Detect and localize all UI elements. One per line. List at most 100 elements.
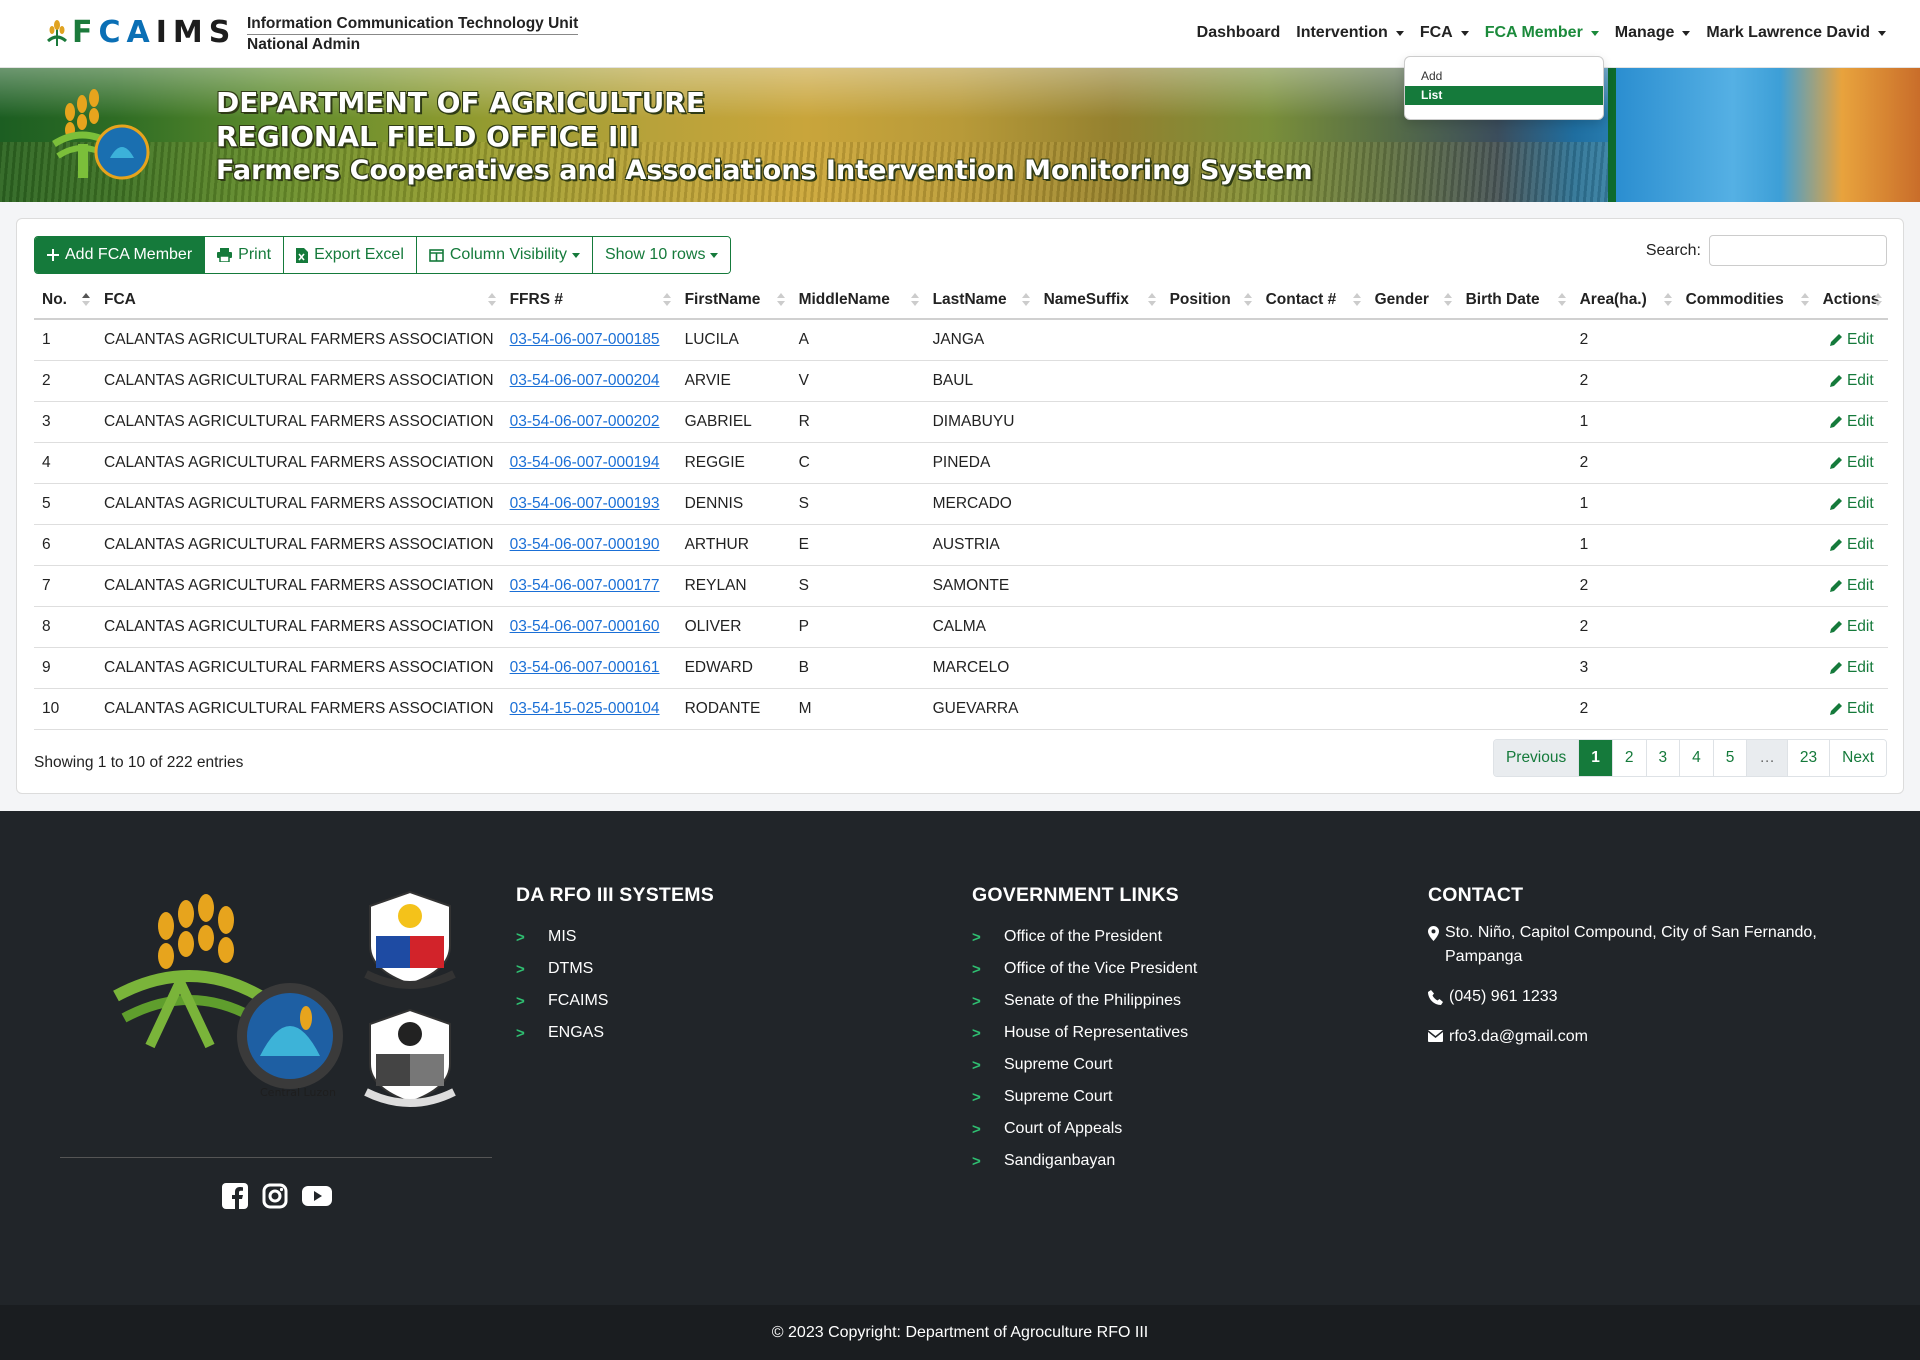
header-label: FFRS # xyxy=(509,290,563,308)
edit-button[interactable]: Edit xyxy=(1823,536,1880,554)
page-1[interactable]: 1 xyxy=(1578,740,1612,776)
col-header-commodities[interactable]: Commodities xyxy=(1677,281,1815,320)
nav-intervention[interactable]: Intervention xyxy=(1296,24,1404,42)
edit-button[interactable]: Edit xyxy=(1823,700,1880,718)
cell-no: 1 xyxy=(34,319,96,361)
footer-link-supreme-court-2[interactable]: > Supreme Court xyxy=(972,1081,1197,1113)
col-header-ffrs[interactable]: FFRS # xyxy=(501,281,677,320)
nav-user-menu[interactable]: Mark Lawrence David xyxy=(1706,24,1886,42)
cell-actions: Edit xyxy=(1814,565,1888,607)
cell-ffrs: 03-54-06-007-000185 xyxy=(501,319,677,361)
add-fca-member-button[interactable]: Add FCA Member xyxy=(35,237,205,273)
footer-link-fcaims[interactable]: > FCAIMS xyxy=(516,985,714,1017)
col-header-gender[interactable]: Gender xyxy=(1366,281,1458,320)
ffrs-link[interactable]: 03-54-06-007-000185 xyxy=(510,331,660,348)
nav-fca[interactable]: FCA xyxy=(1420,24,1469,42)
ffrs-link[interactable]: 03-54-06-007-000160 xyxy=(510,618,660,635)
ph-seal-bw-icon xyxy=(364,1008,456,1107)
col-header-firstname[interactable]: FirstName xyxy=(676,281,791,320)
ffrs-link[interactable]: 03-54-06-007-000204 xyxy=(510,372,660,389)
ffrs-link[interactable]: 03-54-06-007-000161 xyxy=(510,659,660,676)
footer-link-engas[interactable]: > ENGAS xyxy=(516,1017,714,1049)
page-5[interactable]: 5 xyxy=(1712,740,1747,776)
cell-middlename: B xyxy=(790,647,925,689)
col-header-birthdate[interactable]: Birth Date xyxy=(1457,281,1572,320)
col-header-contact[interactable]: Contact # xyxy=(1257,281,1367,320)
cell-commodities xyxy=(1677,483,1815,525)
instagram-icon[interactable] xyxy=(262,1183,288,1209)
ffrs-link[interactable]: 03-54-06-007-000194 xyxy=(510,454,660,471)
footer-link-president[interactable]: > Office of the President xyxy=(972,921,1197,953)
edit-button[interactable]: Edit xyxy=(1823,577,1880,595)
fcaims-logo[interactable]: FCAIMS xyxy=(46,16,236,50)
page-23[interactable]: 23 xyxy=(1786,740,1830,776)
edit-button[interactable]: Edit xyxy=(1823,618,1880,636)
pencil-icon xyxy=(1829,333,1842,346)
export-excel-button[interactable]: Export Excel xyxy=(283,237,416,273)
fca-members-table: No. FCA FFRS # FirstName MiddleName Last… xyxy=(34,281,1888,730)
edit-button[interactable]: Edit xyxy=(1823,372,1880,390)
ffrs-link[interactable]: 03-54-15-025-000104 xyxy=(510,700,660,717)
cell-actions: Edit xyxy=(1814,442,1888,484)
page-2[interactable]: 2 xyxy=(1611,740,1646,776)
print-button[interactable]: Print xyxy=(204,237,284,273)
edit-button[interactable]: Edit xyxy=(1823,331,1880,349)
cell-middlename: V xyxy=(790,360,925,402)
col-header-position[interactable]: Position xyxy=(1161,281,1258,320)
footer-link-senate[interactable]: > Senate of the Philippines xyxy=(972,985,1197,1017)
col-header-fca[interactable]: FCA xyxy=(96,281,502,320)
footer-link-court-of-appeals[interactable]: > Court of Appeals xyxy=(972,1113,1197,1145)
cell-namesuffix xyxy=(1035,565,1162,607)
footer-link-sandiganbayan[interactable]: > Sandiganbayan xyxy=(972,1145,1197,1177)
col-header-area[interactable]: Area(ha.) xyxy=(1571,281,1678,320)
cell-ffrs: 03-54-06-007-000194 xyxy=(501,442,677,484)
nav-dashboard[interactable]: Dashboard xyxy=(1197,24,1281,42)
ffrs-link[interactable]: 03-54-06-007-000202 xyxy=(510,413,660,430)
ffrs-link[interactable]: 03-54-06-007-000190 xyxy=(510,536,660,553)
cell-area: 1 xyxy=(1571,483,1678,525)
gov-links-heading: GOVERNMENT LINKS xyxy=(972,884,1179,906)
cell-middlename: C xyxy=(790,442,925,484)
email-text[interactable]: rfo3.da@gmail.com xyxy=(1449,1025,1588,1049)
footer-link-supreme-court[interactable]: > Supreme Court xyxy=(972,1049,1197,1081)
contact-phone: (045) 961 1233 xyxy=(1428,985,1848,1009)
social-links xyxy=(222,1183,332,1209)
footer-link-mis[interactable]: > MIS xyxy=(516,921,714,953)
page-next[interactable]: Next xyxy=(1829,740,1886,776)
page-3[interactable]: 3 xyxy=(1645,740,1680,776)
cell-lastname: CALMA xyxy=(924,606,1036,648)
ffrs-link[interactable]: 03-54-06-007-000177 xyxy=(510,577,660,594)
chevron-right-icon: > xyxy=(972,992,981,1010)
footer-link-dtms[interactable]: > DTMS xyxy=(516,953,714,985)
page-4[interactable]: 4 xyxy=(1679,740,1713,776)
youtube-icon[interactable] xyxy=(302,1183,332,1209)
cell-middlename: P xyxy=(790,606,925,648)
edit-button[interactable]: Edit xyxy=(1823,413,1880,431)
edit-button[interactable]: Edit xyxy=(1823,495,1880,513)
ffrs-link[interactable]: 03-54-06-007-000193 xyxy=(510,495,660,512)
column-visibility-button[interactable]: Column Visibility xyxy=(415,237,592,273)
col-header-middlename[interactable]: MiddleName xyxy=(790,281,925,320)
contact-heading: CONTACT xyxy=(1428,884,1524,906)
cell-firstname: REYLAN xyxy=(676,565,791,607)
nav-manage[interactable]: Manage xyxy=(1615,24,1691,42)
search-input[interactable] xyxy=(1709,235,1887,266)
page-previous[interactable]: Previous xyxy=(1493,740,1579,776)
facebook-icon[interactable] xyxy=(222,1183,248,1209)
col-header-no[interactable]: No. xyxy=(34,281,96,320)
phone-text: (045) 961 1233 xyxy=(1449,988,1558,1005)
dropdown-item-add[interactable]: Add xyxy=(1405,67,1603,86)
caret-down-icon xyxy=(571,252,580,258)
da-banner-logo-icon xyxy=(52,89,150,180)
show-rows-button[interactable]: Show 10 rows xyxy=(591,237,731,273)
col-header-namesuffix[interactable]: NameSuffix xyxy=(1035,281,1162,320)
nav-fca-member[interactable]: FCA Member xyxy=(1485,24,1599,42)
col-header-lastname[interactable]: LastName xyxy=(924,281,1036,320)
footer-link-vice-president[interactable]: > Office of the Vice President xyxy=(972,953,1197,985)
dropdown-item-list[interactable]: List xyxy=(1405,86,1603,105)
footer-link-house[interactable]: > House of Representatives xyxy=(972,1017,1197,1049)
cell-lastname: JANGA xyxy=(924,319,1036,361)
col-header-actions[interactable]: Actions xyxy=(1814,281,1888,320)
edit-button[interactable]: Edit xyxy=(1823,454,1880,472)
edit-button[interactable]: Edit xyxy=(1823,659,1880,677)
